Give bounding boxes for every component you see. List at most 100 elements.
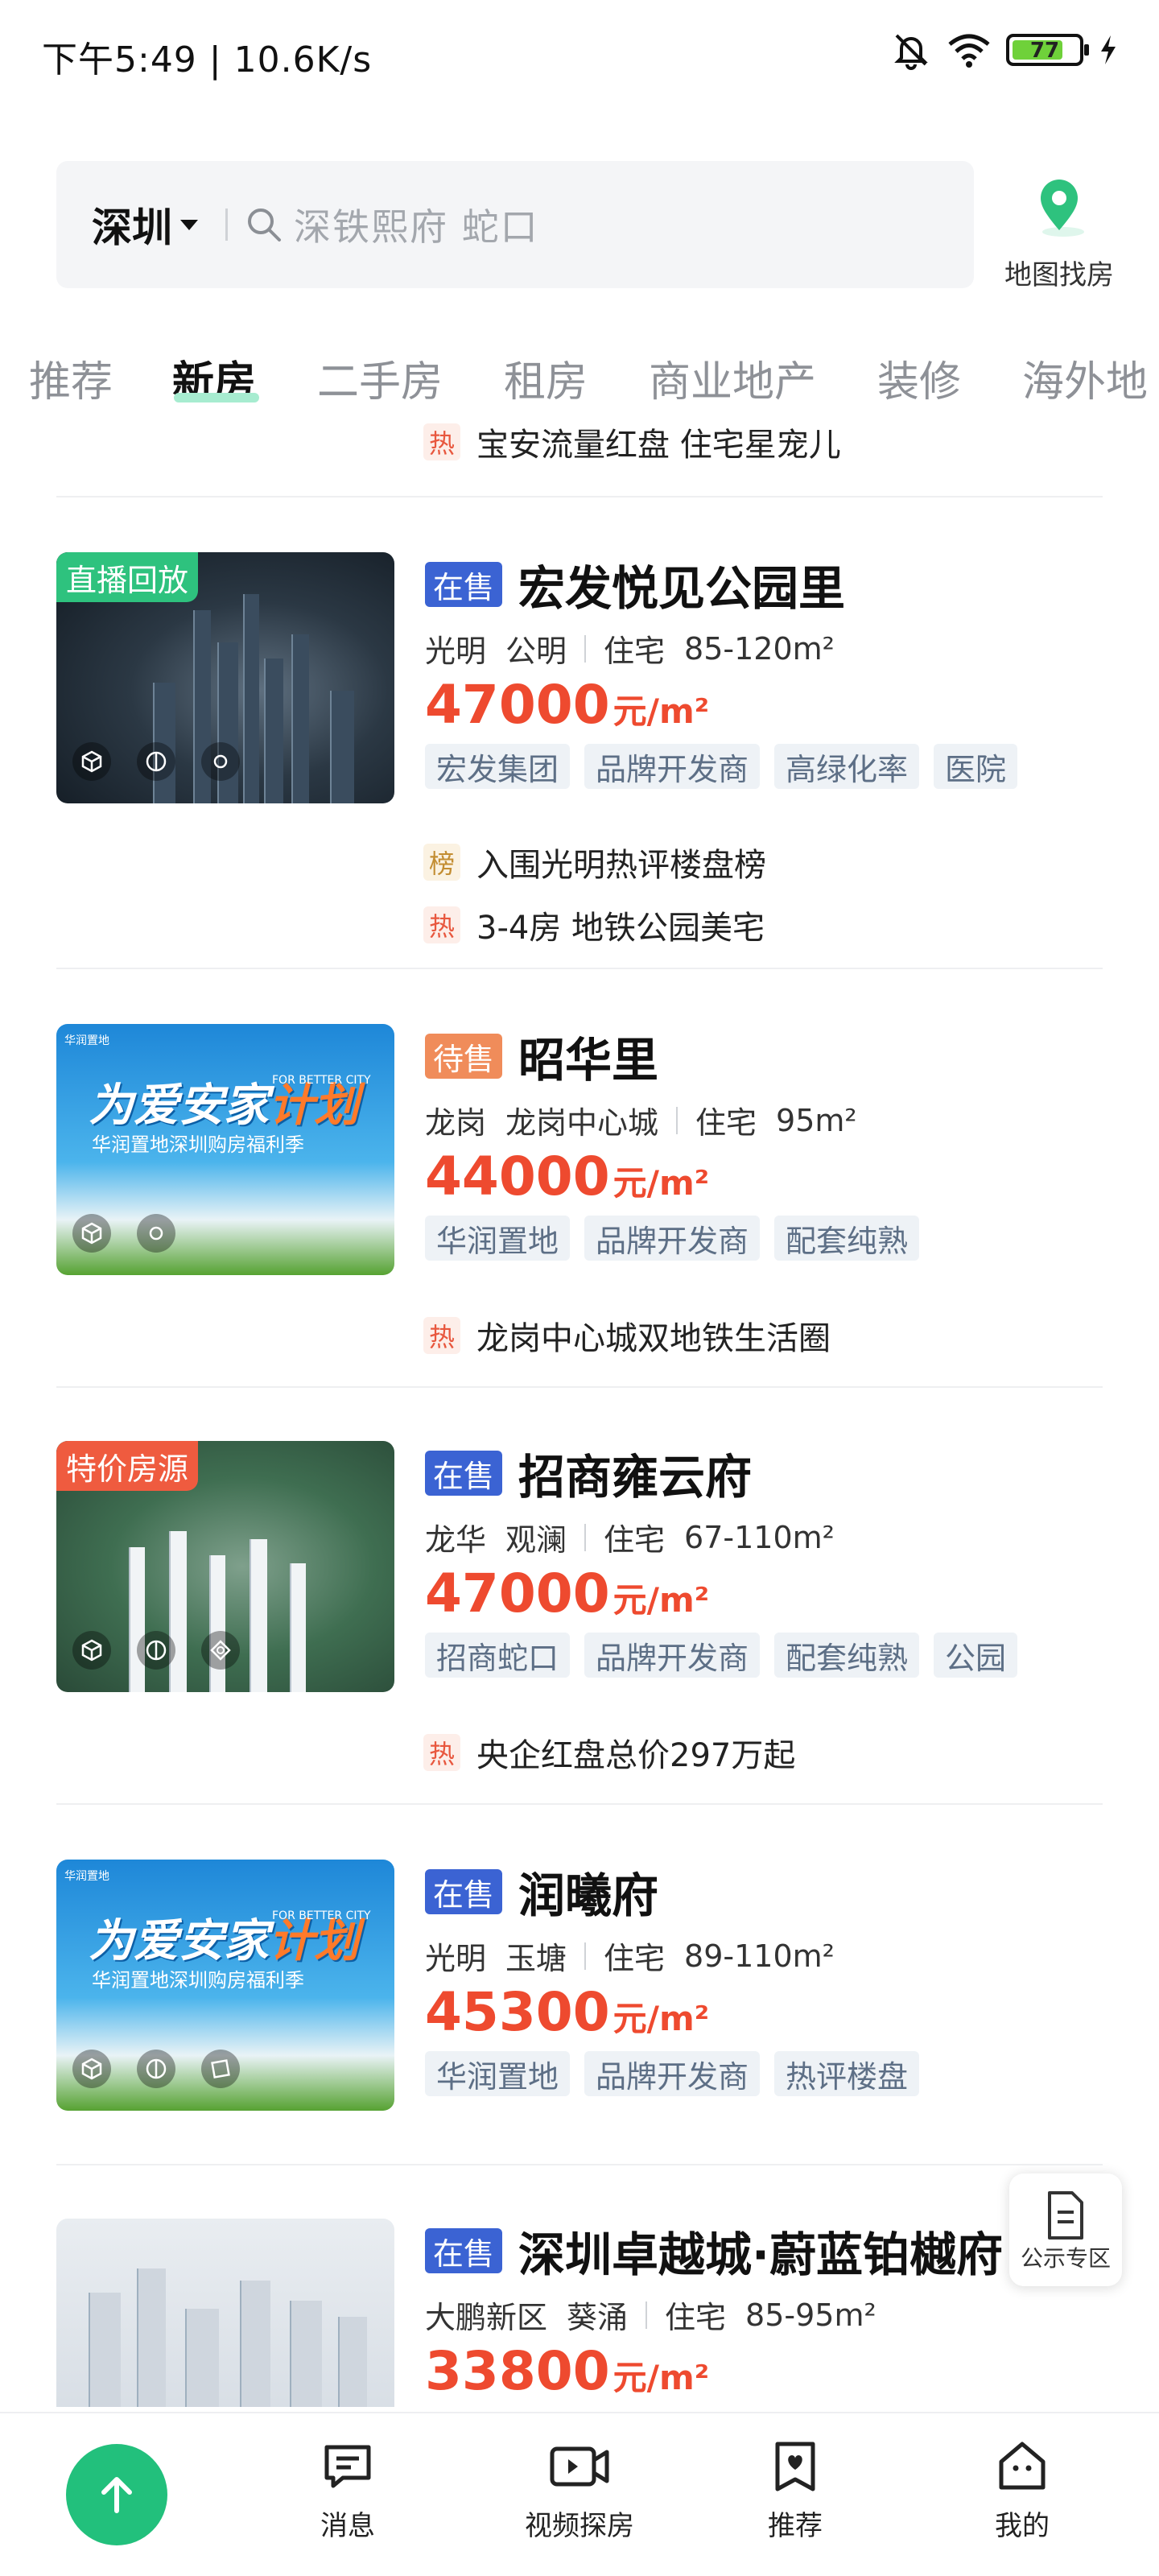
listing-feed: 热 宝安流量红盘 住宅星宠儿 直播回放 在售 宏发悦见公园里 光明 公明 住宅 … (0, 419, 1159, 2407)
listing-name: 宏发悦见公园里 (518, 561, 846, 616)
tab-overseas[interactable]: 海外地 (1022, 348, 1148, 408)
recommend-icon (775, 2442, 815, 2491)
nav-profile[interactable]: 我的 (942, 2438, 1103, 2543)
video-dot-icon[interactable] (201, 742, 240, 781)
feature-tag: 公园 (934, 1633, 1018, 1678)
listing-meta: 光明 公明 住宅 85-120m² (425, 626, 1101, 671)
video-dot-icon[interactable] (137, 1214, 175, 1253)
ad-brand-text: 华润置地 (64, 1870, 109, 1883)
property-type: 住宅 (604, 634, 666, 669)
city-label: 深圳 (92, 204, 172, 251)
special-deal-badge: 特价房源 (56, 1441, 199, 1491)
divider (56, 1803, 1103, 1805)
tab-second-hand[interactable]: 二手房 (317, 348, 443, 408)
price-unit: 元/m² (612, 1999, 710, 2038)
divider (56, 2164, 1103, 2165)
partial-highlight-row: 热 宝安流量红盘 住宅星宠儿 (423, 419, 841, 465)
highlight-row: 热 央企红盘总价297万起 (423, 1729, 795, 1776)
price-value: 47000 (425, 674, 610, 736)
listing-image: 特价房源 (56, 1441, 394, 1692)
feature-tag: 医院 (934, 744, 1018, 789)
tab-recommend[interactable]: 推荐 (29, 348, 113, 408)
highlight-text: 3-4房 地铁公园美宅 (476, 910, 765, 947)
cube-3d-icon[interactable] (72, 1631, 111, 1670)
listing-meta: 龙岗 龙岗中心城 住宅 95m² (425, 1098, 1101, 1142)
price-unit: 元/m² (612, 2358, 710, 2397)
nav-video-tour[interactable]: 视频探房 (499, 2438, 660, 2543)
feature-tag: 热评楼盘 (774, 2051, 920, 2096)
video-icon (550, 2446, 609, 2487)
ad-subtitle: 华润置地深圳购房福利季 (92, 1969, 304, 1992)
unit-size: 85-120m² (684, 630, 835, 667)
category-tabs: 推荐 新房 二手房 租房 商业地产 装修 海外地 (0, 336, 1159, 425)
aerial-view-icon[interactable] (201, 1631, 240, 1670)
property-type: 住宅 (695, 1105, 757, 1141)
price-value: 44000 (425, 1146, 610, 1208)
gallery-icon[interactable] (201, 2050, 240, 2088)
map-search-label: 地图找房 (1004, 259, 1114, 291)
media-icons (72, 1631, 240, 1670)
battery-icon: 77 (1006, 34, 1089, 66)
vr-view-icon[interactable] (137, 2050, 175, 2088)
cube-3d-icon[interactable] (72, 742, 111, 781)
feature-tag: 配套纯熟 (774, 1633, 920, 1678)
unit-size: 67-110m² (684, 1519, 835, 1555)
vr-view-icon[interactable] (137, 742, 175, 781)
feature-tag: 华润置地 (425, 1216, 571, 1261)
listing-image (56, 2219, 394, 2407)
cube-3d-icon[interactable] (72, 1214, 111, 1253)
property-type: 住宅 (604, 1522, 666, 1558)
divider (56, 968, 1103, 969)
listing-meta: 大鹏新区 葵涌 住宅 85-95m² (425, 2293, 1101, 2337)
tab-commercial[interactable]: 商业地产 (649, 348, 816, 408)
search-bar[interactable]: 深圳 深铁熙府 蛇口 (56, 161, 974, 288)
caret-down-icon (180, 219, 198, 230)
ad-subtitle: 华润置地深圳购房福利季 (92, 1133, 304, 1156)
ad-brand-text: 华润置地 (64, 1034, 109, 1047)
feature-tag: 宏发集团 (425, 744, 571, 789)
area: 龙岗中心城 (505, 1105, 659, 1141)
search-placeholder[interactable]: 深铁熙府 蛇口 (294, 198, 539, 251)
search-divider (225, 208, 228, 241)
area: 观澜 (505, 1522, 567, 1558)
property-type: 住宅 (665, 2300, 727, 2335)
mute-bell-icon (894, 34, 928, 70)
public-notice-button[interactable]: 公示专区 (1009, 2174, 1122, 2286)
listing-image: 华润置地 为爱安家计划 FOR BETTER CITY 华润置地深圳购房福利季 (56, 1024, 394, 1275)
media-icons (72, 2050, 240, 2088)
tab-rental[interactable]: 租房 (504, 348, 588, 408)
area: 玉塘 (505, 1941, 567, 1976)
wifi-icon (948, 34, 990, 68)
listing-name: 昭华里 (518, 1033, 659, 1088)
listing-price: 44000 元/m² (425, 1146, 1101, 1208)
divider (56, 1386, 1103, 1388)
city-selector[interactable]: 深圳 (92, 196, 198, 254)
price-value: 33800 (425, 2340, 610, 2402)
nav-messages[interactable]: 消息 (267, 2438, 428, 2543)
scroll-top-button[interactable] (66, 2444, 167, 2545)
district: 大鹏新区 (425, 2300, 548, 2335)
feature-tag: 配套纯熟 (774, 1216, 920, 1261)
tab-renovation[interactable]: 装修 (877, 348, 961, 408)
nav-messages-label: 消息 (320, 2510, 375, 2542)
unit-size: 89-110m² (684, 1938, 835, 1974)
message-icon (324, 2445, 371, 2488)
listing-image: 直播回放 (56, 552, 394, 803)
map-search-button[interactable]: 地图找房 (995, 169, 1124, 291)
hot-tag: 热 (423, 906, 460, 943)
property-type: 住宅 (604, 1941, 666, 1976)
status-bar: 下午5:49 | 10.6K/s 77 (0, 0, 1159, 105)
nav-recommend[interactable]: 推荐 (715, 2438, 876, 2543)
feature-tag: 品牌开发商 (584, 1633, 761, 1678)
ranking-text: 入围光明热评楼盘榜 (476, 847, 766, 884)
rank-tag: 榜 (423, 844, 460, 881)
ad-english: FOR BETTER CITY (272, 1909, 371, 1922)
listing-name: 润曦府 (518, 1868, 659, 1923)
vr-view-icon[interactable] (137, 1631, 175, 1670)
sale-status-badge: 在售 (425, 1869, 503, 1914)
listing-info: 待售 昭华里 龙岗 龙岗中心城 住宅 95m² 44000 元/m² 华润置地 … (425, 1024, 1101, 1261)
listing-meta: 龙华 观澜 住宅 67-110m² (425, 1515, 1101, 1559)
cube-3d-icon[interactable] (72, 2050, 111, 2088)
divider (56, 496, 1103, 497)
hot-tag: 热 (423, 1317, 460, 1354)
